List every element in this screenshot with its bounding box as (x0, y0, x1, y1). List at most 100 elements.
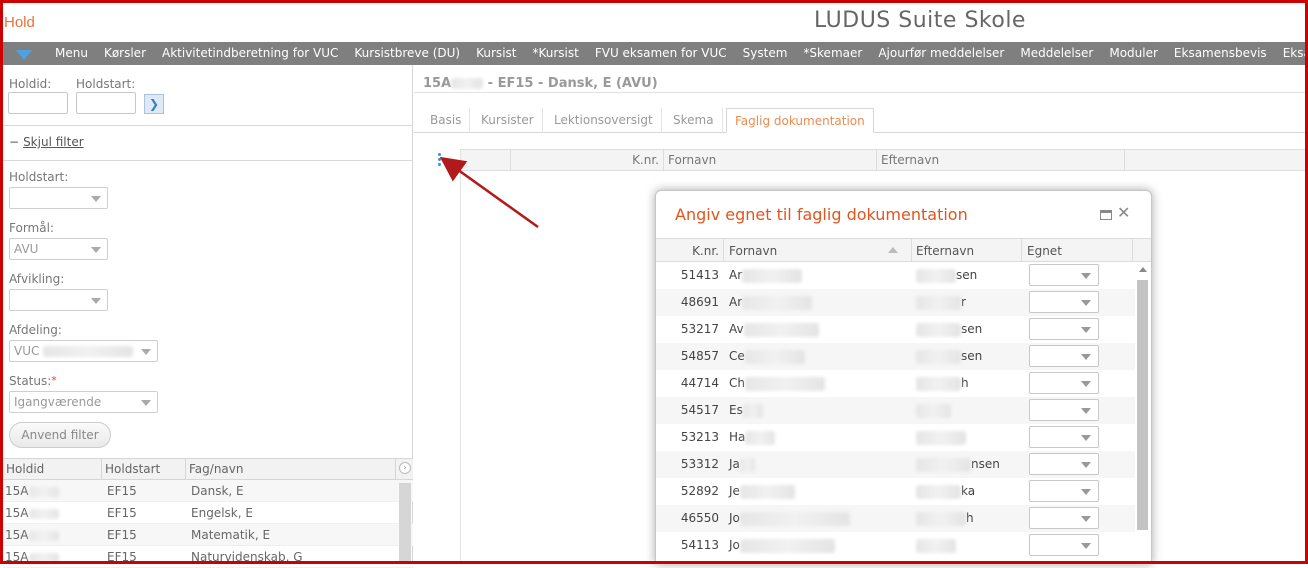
egnet-select[interactable] (1029, 399, 1099, 421)
tab-skema[interactable]: Skema (665, 108, 723, 133)
menu-item[interactable]: Kursist (468, 42, 524, 65)
table-row[interactable]: 44714 Ch h (656, 370, 1135, 397)
efternavn-text: ka (961, 484, 976, 498)
menu-item[interactable]: Moduler (1101, 42, 1166, 65)
menu-item[interactable]: Ajourfør meddelelser (870, 42, 1012, 65)
triangle-down-icon[interactable] (16, 50, 32, 60)
close-icon[interactable]: ✕ (1117, 203, 1130, 222)
fornavn-cell: Ch (729, 370, 825, 397)
divider (3, 125, 413, 126)
chevron-down-icon (91, 298, 101, 304)
menu-item[interactable]: *Skemaer (795, 42, 870, 65)
menu-item[interactable]: Kursistbreve (DU) (346, 42, 468, 65)
tab-faglig-dokumentation[interactable]: Faglig dokumentation (726, 108, 874, 133)
menu-item[interactable]: Eksamensbevis (1166, 42, 1275, 65)
col-fornavn[interactable]: Fornavn (724, 239, 912, 261)
efternavn-cell: h (916, 505, 974, 532)
table-row[interactable]: 53217 Av sen (656, 316, 1135, 343)
knr-cell: 53312 (680, 457, 719, 471)
afdeling-select[interactable]: VUC (9, 340, 158, 362)
status-select[interactable]: Igangværende (9, 391, 158, 413)
menu-item[interactable]: Kørsler (96, 42, 154, 65)
chevron-down-icon (91, 196, 101, 202)
table-row[interactable]: 46550 Jo h (656, 505, 1135, 532)
menu-item[interactable]: Meddelelser (1012, 42, 1101, 65)
col-fornavn[interactable]: Fornavn (664, 150, 877, 170)
col-efternavn[interactable]: Efternavn (912, 239, 1022, 261)
egnet-select[interactable] (1029, 480, 1099, 502)
col-efternavn[interactable]: Efternavn (877, 150, 1125, 170)
scroll-up-icon[interactable] (1139, 267, 1147, 272)
column-menu-icon[interactable]: › (399, 462, 411, 474)
holdid-text: 15A (5, 484, 29, 498)
apply-filter-button[interactable]: Anvend filter (9, 422, 111, 448)
table-row[interactable]: 53213 Ha (656, 424, 1135, 451)
filter-holdstart-select[interactable] (9, 187, 108, 209)
egnet-select[interactable] (1029, 453, 1099, 475)
redacted-text (916, 268, 956, 283)
redacted-text (916, 295, 961, 310)
egnet-select[interactable] (1029, 534, 1099, 556)
table-row[interactable]: 15A EF15 Naturvidenskab, G (3, 546, 413, 568)
menu-item[interactable]: Menu (47, 42, 96, 65)
col-egnet[interactable]: Egnet (1022, 239, 1133, 261)
egnet-select[interactable] (1029, 291, 1099, 313)
fornavn-text: Ja (729, 457, 740, 471)
fornavn-text: Ha (729, 430, 746, 444)
holdstart-cell: EF15 (107, 528, 137, 542)
sort-asc-icon[interactable] (888, 247, 898, 253)
table-row[interactable]: 54857 Ce sen (656, 343, 1135, 370)
efternavn-text: h (961, 376, 969, 390)
redacted-text (916, 322, 961, 337)
hold-table-header: Holdid Holdstart Fag/navn (3, 458, 413, 480)
egnet-select[interactable] (1029, 507, 1099, 529)
egnet-select[interactable] (1029, 372, 1099, 394)
tab-basis[interactable]: Basis (422, 108, 471, 133)
holdstart-input[interactable] (76, 92, 136, 114)
knr-cell: 54857 (680, 349, 719, 363)
menu-item[interactable]: Aktivitetindberetning for VUC (154, 42, 346, 65)
table-row[interactable]: 51413 Ar sen (656, 262, 1135, 289)
holdstart-cell: EF15 (107, 506, 137, 520)
chevron-down-icon (1081, 435, 1091, 441)
fornavn-cell: Ha (729, 424, 776, 451)
tab-kursister[interactable]: Kursister (473, 108, 543, 133)
afvikling-select[interactable] (9, 289, 108, 311)
hold-table-scrollbar[interactable] (399, 483, 411, 564)
col-holdid[interactable]: Holdid (3, 459, 102, 479)
col-holdstart[interactable]: Holdstart (102, 459, 186, 479)
col-fag[interactable]: Fag/navn (186, 459, 396, 479)
table-row[interactable]: 52892 Je ka (656, 478, 1135, 505)
table-row[interactable]: 54113 Jo (656, 532, 1135, 559)
formal-select[interactable]: AVU (9, 238, 108, 260)
menu-item[interactable]: FVU eksamen for VUC (587, 42, 735, 65)
egnet-select[interactable] (1029, 318, 1099, 340)
tab-bar: Basis Kursister Lektionsoversigt Skema F… (414, 104, 1305, 133)
table-row[interactable]: 15A EF15 Dansk, E (3, 480, 413, 502)
hide-filter-link[interactable]: Skjul filter (23, 135, 84, 149)
egnet-select[interactable] (1029, 426, 1099, 448)
egnet-select[interactable] (1029, 264, 1099, 286)
hide-filter-toggle[interactable]: − Skjul filter (9, 135, 84, 149)
egnet-select[interactable] (1029, 345, 1099, 367)
menu-item[interactable]: Eksamensp (1275, 42, 1305, 65)
knr-cell: 54517 (680, 403, 719, 417)
redacted-text (916, 403, 951, 418)
table-row[interactable]: 48691 Ar r (656, 289, 1135, 316)
table-row[interactable]: 53312 Ja nsen (656, 451, 1135, 478)
scroll-thumb[interactable] (1137, 280, 1148, 530)
redacted-text (29, 486, 60, 497)
table-row[interactable]: 15A EF15 Engelsk, E (3, 502, 413, 524)
search-go-button[interactable]: ❯ (144, 94, 164, 114)
col-knr[interactable]: K.nr. (656, 239, 724, 261)
holdstart-cell: EF15 (107, 550, 137, 564)
tab-lektionsoversigt[interactable]: Lektionsoversigt (546, 108, 662, 133)
table-row[interactable]: 15A EF15 Matematik, E (3, 524, 413, 546)
collapse-icon: − (9, 135, 20, 149)
table-row[interactable]: 54517 Es (656, 397, 1135, 424)
menu-item[interactable]: *Kursist (524, 42, 586, 65)
maximize-icon[interactable] (1100, 210, 1112, 220)
breadcrumb-prefix: 15A (423, 76, 452, 91)
holdid-input[interactable] (8, 92, 68, 114)
menu-item[interactable]: System (735, 42, 796, 65)
